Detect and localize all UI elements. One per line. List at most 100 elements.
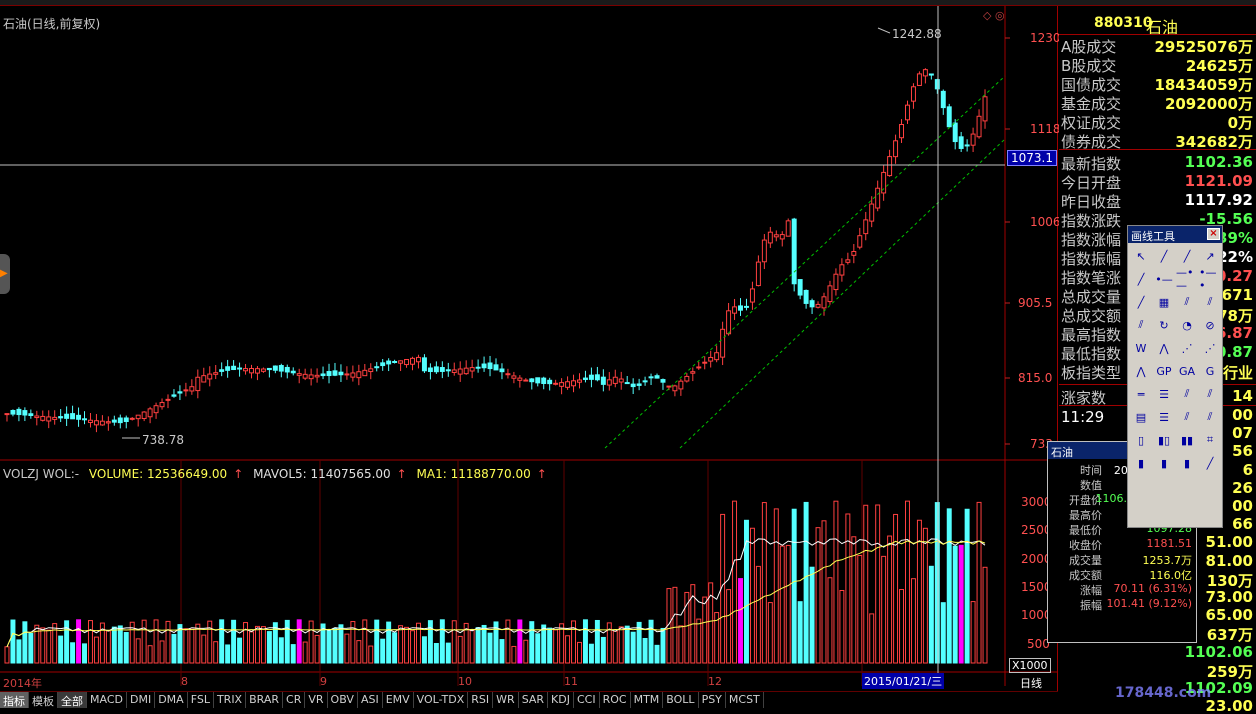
tab-emv[interactable]: EMV <box>383 692 414 708</box>
security-header: 880310 石油 <box>1059 12 1256 37</box>
price-axis-label: 1118 <box>1030 122 1061 136</box>
side-scroll-icon[interactable]: ▶ <box>0 254 10 294</box>
speed-line-icon[interactable]: ⫽ <box>1176 383 1198 405</box>
gann-angle-icon[interactable]: GA <box>1176 360 1198 382</box>
volume-bar <box>243 622 249 664</box>
trendline-upper[interactable] <box>679 138 1006 449</box>
tab-vr[interactable]: VR <box>305 692 328 708</box>
tab-cci[interactable]: CCI <box>574 692 600 708</box>
channel2-icon[interactable]: ⫽ <box>1199 291 1221 313</box>
count-icon[interactable]: ▦ <box>1153 291 1175 313</box>
tab-cr[interactable]: CR <box>283 692 306 708</box>
arrow-line-icon[interactable]: ↗ <box>1199 245 1221 267</box>
tooltip-label: 最低价 <box>1069 524 1102 537</box>
tab-dmi[interactable]: DMI <box>127 692 156 708</box>
line-icon[interactable]: ╱ <box>1153 245 1175 267</box>
tab-fsl[interactable]: FSL <box>188 692 214 708</box>
bars-icon[interactable]: ▮▯ <box>1153 429 1175 451</box>
candle-body <box>839 264 845 276</box>
h-segment-icon[interactable]: •—• <box>1199 266 1221 292</box>
tab-dma[interactable]: DMA <box>155 692 188 708</box>
volume-bar <box>767 602 773 664</box>
segment-icon[interactable]: ╱ <box>1130 268 1152 290</box>
period-icon[interactable]: ▤ <box>1130 406 1152 428</box>
volume-bar <box>392 632 398 664</box>
candle-body <box>421 357 427 372</box>
bar2-icon[interactable]: ▮ <box>1176 452 1198 474</box>
trend-icon[interactable]: ⋰ <box>1176 337 1198 359</box>
parallel-icon[interactable]: ╱ <box>1130 291 1152 313</box>
trendline-lower[interactable] <box>604 75 1006 449</box>
collapse-icon[interactable]: ◇ ◎ <box>983 9 1005 22</box>
candle-body <box>529 378 535 383</box>
ellipse-icon[interactable]: ⊘ <box>1199 314 1221 336</box>
speed-arc-icon[interactable]: ⫽ <box>1199 383 1221 405</box>
volume-bar <box>887 535 893 664</box>
tab-模板[interactable]: 模板 <box>29 692 58 708</box>
volume-bar <box>195 623 201 664</box>
gann-icon[interactable]: GP <box>1153 360 1175 382</box>
regression-icon[interactable]: ⫽ <box>1176 406 1198 428</box>
tab-全部[interactable]: 全部 <box>58 692 87 708</box>
volume-bar <box>404 626 410 664</box>
info-label: 总成交额 <box>1061 307 1122 325</box>
bars2-icon[interactable]: ▮▮ <box>1176 429 1198 451</box>
candle-body <box>153 405 159 414</box>
trend2-icon[interactable]: ⋰ <box>1199 337 1221 359</box>
cursor-icon[interactable]: ↖ <box>1130 245 1152 267</box>
tab-rsi[interactable]: RSI <box>468 692 494 708</box>
ray-icon[interactable]: ╱ <box>1176 245 1198 267</box>
channel3-icon[interactable]: ⫽ <box>1130 314 1152 336</box>
peak-icon[interactable]: ⋀ <box>1153 337 1175 359</box>
fib-icon[interactable]: ═ <box>1130 383 1152 405</box>
tab-roc[interactable]: ROC <box>600 692 631 708</box>
h-ray-icon[interactable]: •— <box>1153 268 1175 290</box>
tab-brar[interactable]: BRAR <box>246 692 284 708</box>
drawing-tools-titlebar[interactable]: 画线工具 × <box>1128 226 1222 243</box>
box-icon[interactable]: ▯ <box>1130 429 1152 451</box>
candle-body <box>964 144 970 147</box>
tab-kdj[interactable]: KDJ <box>548 692 574 708</box>
bar-icon[interactable]: ▮ <box>1153 452 1175 474</box>
arc-icon[interactable]: ↻ <box>1153 314 1175 336</box>
volume-bar <box>254 625 260 664</box>
fan-icon[interactable]: ⋀ <box>1130 360 1152 382</box>
drawing-tools-window[interactable]: 画线工具 × ↖ ╱ ╱ ↗ ╱ •— —•— •—• ╱ ▦ ⫽ ⫽ ⫽ ↻ ◔ ⊘ W ⋀ ⋰ ⋰ ⋀ GP GA G ═ ☰… <box>1127 225 1223 528</box>
tab-指标[interactable]: 指标 <box>0 692 29 708</box>
regression2-icon[interactable]: ⫽ <box>1199 406 1221 428</box>
close-icon[interactable]: × <box>1207 228 1220 240</box>
candle-body <box>76 414 82 420</box>
candle-body <box>10 409 16 415</box>
candle-body <box>320 373 326 377</box>
pen-icon[interactable]: ╱ <box>1199 452 1221 474</box>
tab-obv[interactable]: OBV <box>328 692 358 708</box>
tab-wr[interactable]: WR <box>493 692 519 708</box>
grid-icon[interactable]: ⌗ <box>1199 429 1221 451</box>
fib-time-icon[interactable]: ☰ <box>1153 406 1175 428</box>
volume-bar <box>439 619 445 664</box>
chart-area[interactable]: 石油(日线,前复权) ◇ ◎ 1230 1118 1006 905.5 815.… <box>0 6 1061 707</box>
kline-chart[interactable] <box>0 6 1058 692</box>
circle-icon[interactable]: ◔ <box>1176 314 1198 336</box>
h-line-icon[interactable]: —•— <box>1176 266 1198 292</box>
wave-icon[interactable]: W <box>1130 337 1152 359</box>
fib-levels-icon[interactable]: ☰ <box>1153 383 1175 405</box>
tab-mcst[interactable]: MCST <box>726 692 764 708</box>
tab-trix[interactable]: TRIX <box>214 692 247 708</box>
tab-sar[interactable]: SAR <box>519 692 549 708</box>
period-label[interactable]: 日线 <box>1020 675 1042 691</box>
candle-body <box>386 360 392 365</box>
tab-macd[interactable]: MACD <box>87 692 127 708</box>
tab-vol-tdx[interactable]: VOL-TDX <box>414 692 469 708</box>
candle-body <box>541 377 547 384</box>
candle-body <box>553 382 559 385</box>
tab-mtm[interactable]: MTM <box>631 692 664 708</box>
gann-grid-icon[interactable]: G <box>1199 360 1221 382</box>
tab-boll[interactable]: BOLL <box>663 692 699 708</box>
candle-body <box>779 234 785 240</box>
tab-psy[interactable]: PSY <box>699 692 726 708</box>
volume-bar <box>857 555 863 664</box>
channel-icon[interactable]: ⫽ <box>1176 291 1198 313</box>
tab-asi[interactable]: ASI <box>358 692 383 708</box>
rect-icon[interactable]: ▮ <box>1130 452 1152 474</box>
